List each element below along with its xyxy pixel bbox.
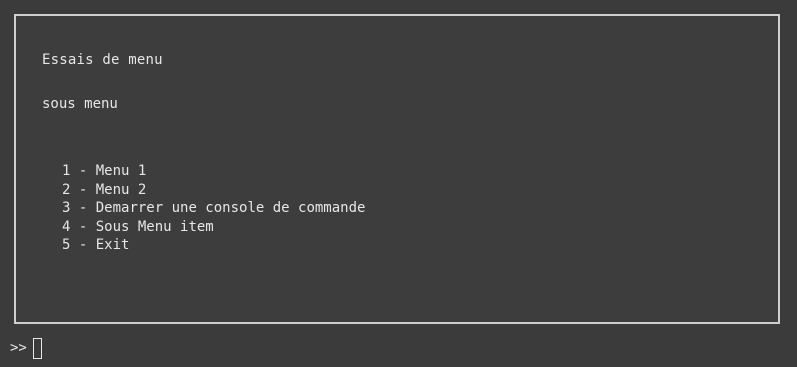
menu-title: Essais de menu bbox=[42, 52, 163, 68]
menu-item-number: 3 bbox=[62, 200, 71, 216]
terminal-window: Essais de menu sous menu 1 - Menu 1 2 - … bbox=[0, 0, 797, 367]
menu-item-label: Menu 1 bbox=[95, 163, 147, 179]
menu-item-label: Exit bbox=[95, 237, 130, 253]
menu-subtitle: sous menu bbox=[42, 96, 118, 112]
menu-panel: Essais de menu sous menu 1 - Menu 1 2 - … bbox=[14, 14, 780, 324]
menu-item-3[interactable]: 3 - Demarrer une console de commande bbox=[62, 199, 365, 218]
menu-item-number: 2 bbox=[62, 181, 71, 198]
menu-list: 1 - Menu 1 2 - Menu 2 3 - Demarrer une c… bbox=[62, 162, 365, 255]
menu-item-1[interactable]: 1 - Menu 1 bbox=[62, 162, 365, 181]
menu-item-number: 5 bbox=[62, 237, 71, 253]
menu-item-label: Demarrer une console de commande bbox=[95, 200, 366, 216]
cursor-icon[interactable] bbox=[32, 337, 42, 359]
menu-item-label: Menu 2 bbox=[95, 181, 147, 198]
prompt-symbol: >> bbox=[10, 340, 27, 356]
menu-item-label: Sous Menu item bbox=[95, 218, 214, 235]
menu-item-5[interactable]: 5 - Exit bbox=[62, 236, 365, 255]
menu-item-number: 4 bbox=[62, 218, 71, 235]
menu-item-4[interactable]: 4 - Sous Menu item bbox=[62, 218, 365, 237]
menu-item-2[interactable]: 2 - Menu 2 bbox=[62, 181, 365, 200]
menu-item-number: 1 bbox=[62, 163, 71, 179]
command-prompt-bar[interactable]: >> bbox=[0, 329, 797, 367]
